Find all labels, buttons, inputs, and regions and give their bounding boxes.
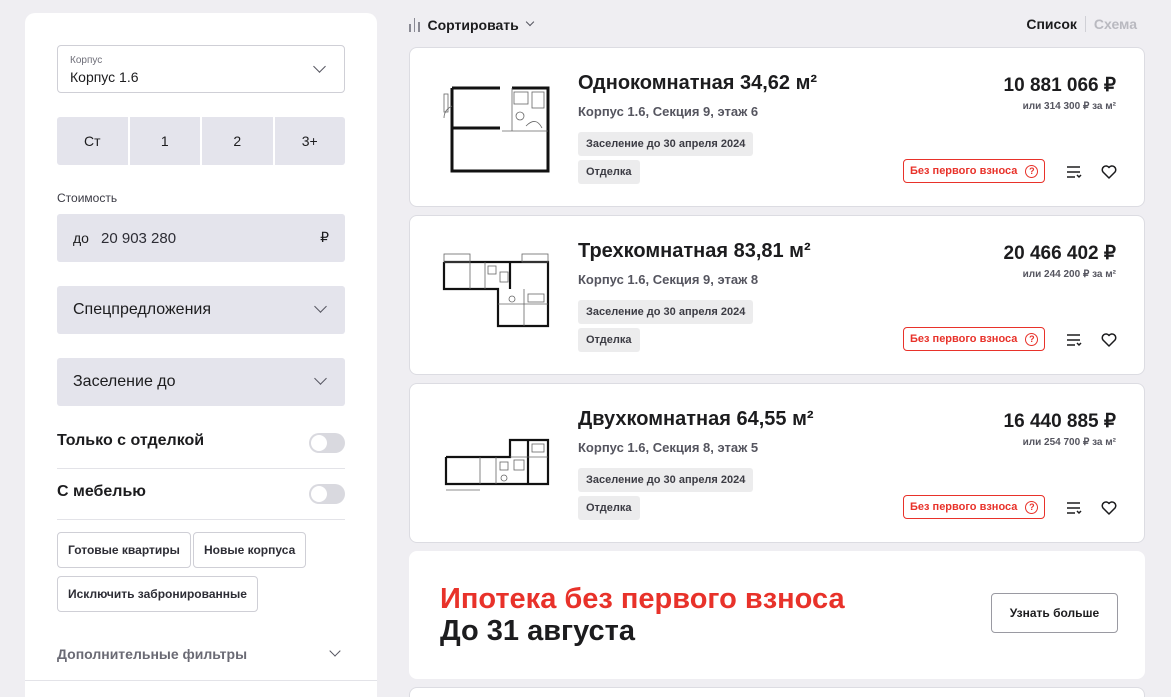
view-list-tab[interactable]: Список — [1026, 16, 1077, 32]
apartment-location: Корпус 1.6, Секция 8, этаж 5 — [578, 440, 759, 455]
heart-icon[interactable] — [1100, 163, 1118, 181]
furnished-toggle[interactable] — [309, 484, 345, 504]
move-in-label: Заселение до — [73, 373, 176, 390]
chip-new-buildings[interactable]: Новые корпуса — [193, 532, 307, 568]
room-option-3-plus[interactable]: 3+ — [275, 117, 346, 165]
promo-deadline: До 31 августа — [440, 615, 635, 647]
divider — [25, 680, 377, 681]
price-per-m2: или 254 700 ₽ за м² — [1022, 437, 1116, 448]
building-select-value: Корпус 1.6 — [70, 69, 139, 85]
mortgage-promo-banner: Ипотека без первого взноса До 31 августа… — [409, 551, 1145, 679]
move-in-dropdown[interactable]: Заселение до — [57, 358, 345, 406]
compare-icon[interactable] — [1066, 332, 1082, 348]
apartment-price: 20 466 402 ₽ — [1003, 243, 1116, 264]
more-filters-toggle[interactable]: Дополнительные фильтры — [57, 645, 345, 666]
learn-more-button[interactable]: Узнать больше — [991, 593, 1118, 633]
chevron-down-icon — [313, 60, 326, 73]
furnished-label: С мебелью — [57, 483, 146, 500]
currency-symbol: ₽ — [320, 229, 329, 245]
building-select-label: Корпус — [70, 55, 103, 66]
apartment-title: Двухкомнатная 64,55 м² — [578, 408, 814, 430]
floor-plan-image — [444, 438, 550, 491]
cost-field: до ₽ — [57, 214, 345, 262]
floor-plan-image — [442, 253, 550, 328]
filters-sidebar: Корпус Корпус 1.6 Ст 1 2 3+ Стоимость до… — [25, 13, 377, 697]
divider — [57, 519, 345, 520]
room-option-studio[interactable]: Ст — [57, 117, 130, 165]
heart-icon[interactable] — [1100, 499, 1118, 517]
finish-tag: Отделка — [578, 328, 640, 352]
sort-dropdown[interactable]: Сортировать — [409, 16, 535, 34]
no-down-payment-badge[interactable]: Без первого взноса ? — [903, 495, 1046, 519]
apartment-title: Однокомнатная 34,62 м² — [578, 72, 818, 94]
apartment-location: Корпус 1.6, Секция 9, этаж 8 — [578, 272, 759, 287]
more-filters-label: Дополнительные фильтры — [57, 646, 248, 662]
building-select[interactable]: Корпус Корпус 1.6 — [57, 45, 345, 93]
heart-icon[interactable] — [1100, 331, 1118, 349]
sort-icon — [409, 18, 420, 32]
only-finished-toggle[interactable] — [309, 433, 345, 453]
floor-plan-image — [443, 86, 550, 173]
badge-label: Без первого взноса — [910, 165, 1018, 177]
view-switch: Список Схема — [1026, 16, 1137, 32]
chevron-down-icon — [314, 372, 327, 385]
finish-tag: Отделка — [578, 496, 640, 520]
apartment-card[interactable]: Однокомнатная 34,62 м² Корпус 1.6, Секци… — [409, 47, 1145, 207]
apartment-card[interactable]: Трехкомнатная 83,81 м² Корпус 1.6, Секци… — [409, 215, 1145, 375]
badge-label: Без первого взноса — [910, 333, 1018, 345]
apartment-price: 16 440 885 ₽ — [1003, 411, 1116, 432]
max-cost-input[interactable] — [101, 226, 301, 250]
only-finished-label: Только с отделкой — [57, 432, 205, 449]
chip-exclude-reserved[interactable]: Исключить забронированные — [57, 576, 258, 612]
promo-headline: Ипотека без первого взноса — [440, 583, 845, 615]
price-per-m2: или 314 300 ₽ за м² — [1022, 101, 1116, 112]
compare-icon[interactable] — [1066, 500, 1082, 516]
special-offers-label: Спецпредложения — [73, 301, 211, 318]
help-icon[interactable]: ? — [1025, 332, 1039, 346]
chevron-down-icon — [314, 300, 327, 313]
cost-prefix: до — [73, 230, 89, 246]
divider — [57, 468, 345, 469]
furnished-row: С мебелью — [57, 483, 345, 533]
apartment-location: Корпус 1.6, Секция 9, этаж 6 — [578, 104, 759, 119]
only-finished-row: Только с отделкой — [57, 432, 345, 482]
no-down-payment-badge[interactable]: Без первого взноса ? — [903, 159, 1046, 183]
badge-label: Без первого взноса — [910, 501, 1018, 513]
help-icon[interactable]: ? — [1025, 500, 1039, 514]
toggle-knob — [311, 486, 327, 502]
room-option-2[interactable]: 2 — [202, 117, 275, 165]
no-down-payment-badge[interactable]: Без первого взноса ? — [903, 327, 1046, 351]
room-option-1[interactable]: 1 — [130, 117, 202, 165]
move-in-tag: Заселение до 30 апреля 2024 — [578, 132, 754, 156]
sort-label: Сортировать — [427, 17, 519, 33]
divider — [1084, 16, 1086, 32]
compare-icon[interactable] — [1066, 164, 1082, 180]
apartment-price: 10 881 066 ₽ — [1003, 75, 1116, 96]
view-scheme-tab[interactable]: Схема — [1094, 16, 1137, 32]
finish-tag: Отделка — [578, 160, 640, 184]
move-in-tag: Заселение до 30 апреля 2024 — [578, 468, 754, 492]
toggle-knob — [311, 435, 327, 451]
chip-ready-apartments[interactable]: Готовые квартиры — [57, 532, 191, 568]
chevron-down-icon — [329, 645, 341, 657]
room-count-selector: Ст 1 2 3+ — [57, 117, 345, 165]
chevron-down-icon — [525, 17, 535, 27]
cost-label: Стоимость — [57, 191, 118, 205]
help-icon[interactable]: ? — [1025, 164, 1039, 178]
move-in-tag: Заселение до 30 апреля 2024 — [578, 300, 754, 324]
apartment-card[interactable]: Двухкомнатная 64,55 м² Корпус 1.6, Секци… — [409, 383, 1145, 543]
apartment-card[interactable] — [409, 687, 1145, 697]
price-per-m2: или 244 200 ₽ за м² — [1022, 269, 1116, 280]
special-offers-dropdown[interactable]: Спецпредложения — [57, 286, 345, 334]
apartment-title: Трехкомнатная 83,81 м² — [578, 240, 811, 262]
